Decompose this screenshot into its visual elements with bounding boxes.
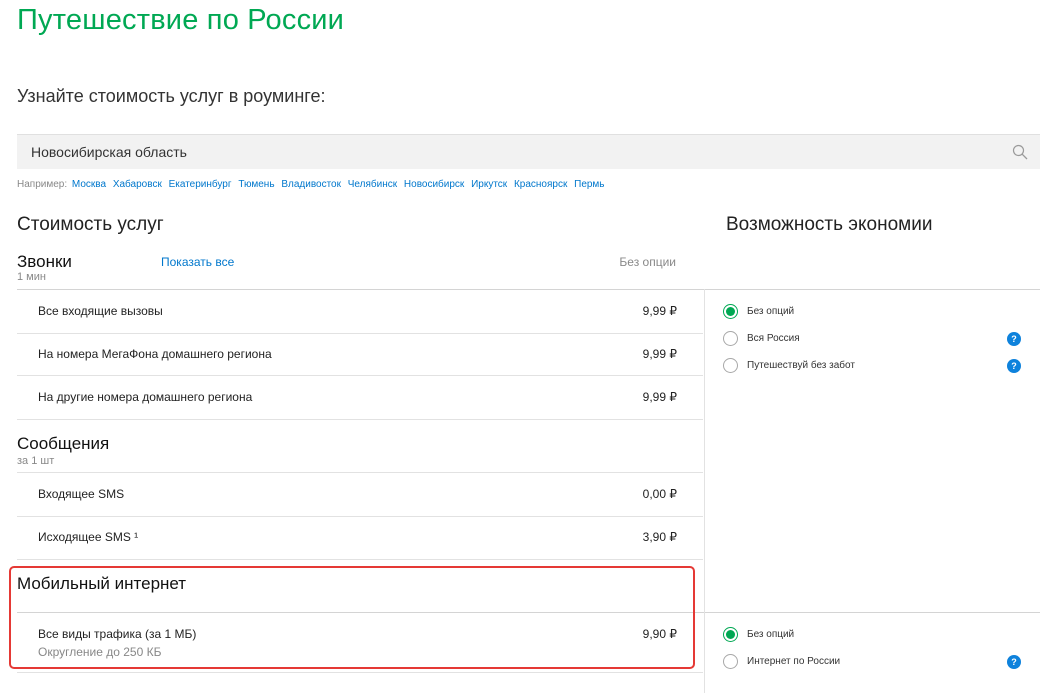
column-divider: [704, 289, 705, 693]
price-row-value: 9,99 ₽: [642, 304, 677, 318]
divider: [17, 333, 703, 334]
option-radio[interactable]: [723, 331, 738, 346]
highlight-frame: [9, 566, 695, 669]
search-icon[interactable]: [1012, 144, 1028, 160]
price-row-label: Входящее SMS: [38, 487, 125, 501]
examples-prefix: Например:: [17, 179, 68, 190]
divider: [17, 419, 703, 420]
show-all-link[interactable]: Показать все: [161, 255, 234, 269]
price-row-value: 0,00 ₽: [642, 487, 677, 501]
help-icon[interactable]: ?: [1007, 332, 1021, 346]
example-city-link[interactable]: Москва: [72, 179, 106, 190]
example-city-link[interactable]: Новосибирск: [404, 179, 464, 190]
example-city-link[interactable]: Красноярск: [514, 179, 567, 190]
price-row-label: Исходящее SMS ¹: [38, 530, 139, 544]
divider: [17, 672, 703, 673]
option-label[interactable]: Интернет по России: [747, 656, 840, 667]
calls-category-title: Звонки: [17, 252, 72, 271]
no-option-column-header: Без опции: [619, 255, 676, 269]
price-row-label: Все входящие вызовы: [38, 304, 163, 318]
option-radio[interactable]: [723, 358, 738, 373]
option-label[interactable]: Путешествуй без забот: [747, 360, 855, 371]
savings-heading: Возможность экономии: [726, 214, 933, 235]
example-city-link[interactable]: Челябинск: [348, 179, 397, 190]
option-label[interactable]: Без опций: [747, 629, 794, 640]
price-row-value: 9,99 ₽: [642, 390, 677, 404]
messages-unit: за 1 шт: [17, 455, 55, 467]
price-row-value: 9,99 ₽: [642, 347, 677, 361]
price-row-label: На номера МегаФона домашнего региона: [38, 347, 272, 361]
calls-unit: 1 мин: [17, 271, 46, 283]
page-title: Путешествие по России: [17, 4, 345, 36]
option-label[interactable]: Вся Россия: [747, 333, 800, 344]
examples-line: Например: Москва Хабаровск Екатеринбург …: [17, 179, 607, 190]
example-city-link[interactable]: Пермь: [574, 179, 604, 190]
help-icon[interactable]: ?: [1007, 655, 1021, 669]
costs-heading: Стоимость услуг: [17, 214, 164, 235]
region-search: [17, 134, 1040, 169]
example-city-link[interactable]: Владивосток: [281, 179, 341, 190]
price-row-label: На другие номера домашнего региона: [38, 390, 253, 404]
option-radio[interactable]: [723, 304, 738, 319]
divider: [17, 472, 703, 473]
option-label[interactable]: Без опций: [747, 306, 794, 317]
price-row-value: 3,90 ₽: [642, 530, 677, 544]
option-radio[interactable]: [723, 627, 738, 642]
page-subtitle: Узнайте стоимость услуг в роуминге:: [17, 86, 326, 106]
region-search-input[interactable]: [31, 135, 991, 169]
divider: [17, 516, 703, 517]
example-city-link[interactable]: Иркутск: [471, 179, 507, 190]
divider: [17, 375, 703, 376]
example-city-link[interactable]: Хабаровск: [113, 179, 162, 190]
option-radio[interactable]: [723, 654, 738, 669]
example-city-link[interactable]: Екатеринбург: [169, 179, 232, 190]
example-city-link[interactable]: Тюмень: [238, 179, 274, 190]
messages-category-title: Сообщения: [17, 434, 110, 453]
divider: [17, 559, 703, 560]
help-icon[interactable]: ?: [1007, 359, 1021, 373]
divider: [17, 289, 1040, 290]
